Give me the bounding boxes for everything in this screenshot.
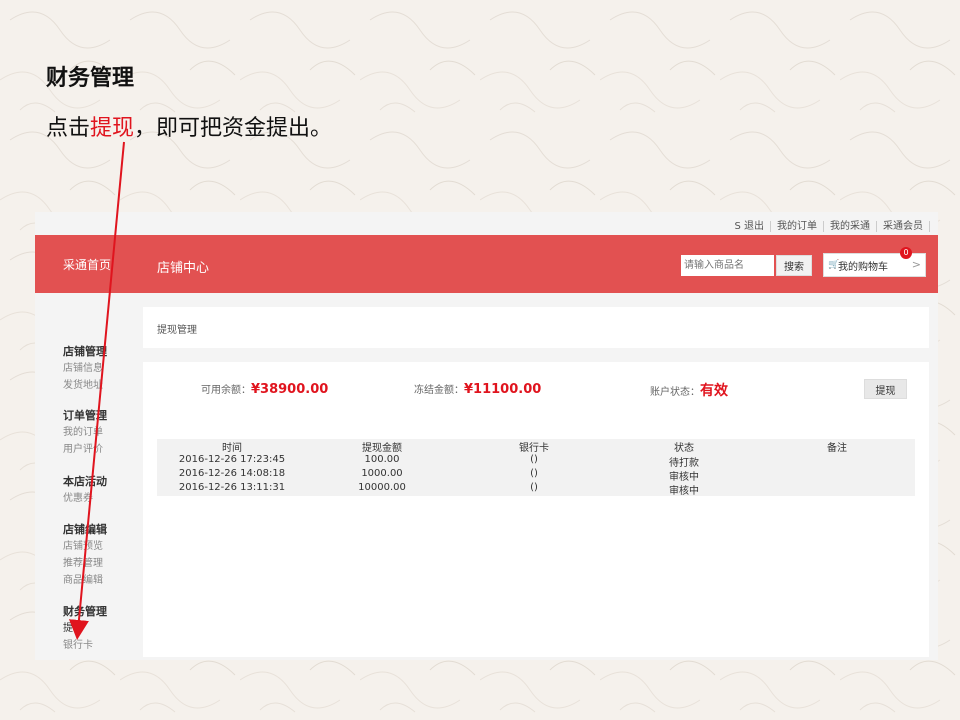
available-label: 可用余额：: [201, 385, 251, 396]
chevron-right-icon: >: [911, 258, 921, 271]
top-link-logout[interactable]: S 退出: [728, 221, 771, 232]
table-cell-amount: 1000.00: [361, 468, 403, 479]
sidebar-group-orders: 订单管理 我的订单 用户评价: [63, 407, 107, 457]
sidebar-item-coupons[interactable]: 优惠券: [63, 489, 107, 506]
sidebar-item-ship-address[interactable]: 发货地址: [63, 376, 107, 393]
sidebar: 店铺管理 店铺信息 发货地址 订单管理 我的订单 用户评价 本店活动 优惠券 店…: [35, 293, 143, 660]
status-label: 账户状态：: [650, 387, 700, 398]
table-cell-time: 2016-12-26 17:23:45: [178, 454, 286, 465]
sidebar-heading: 财务管理: [63, 605, 107, 618]
column-header-bank-card: 银行卡: [519, 443, 549, 454]
sidebar-item-preview[interactable]: 店铺预览: [63, 537, 107, 554]
subtitle-highlight: 提现: [90, 116, 135, 141]
home-link[interactable]: 采通首页: [63, 256, 111, 273]
sidebar-item-my-orders[interactable]: 我的订单: [63, 423, 107, 440]
table-cell-bank-card: (): [530, 454, 538, 465]
table-cell-amount: 100.00: [364, 454, 400, 465]
top-links: S 退出 我的订单 我的采通 采通会员: [728, 217, 930, 232]
cart-count-badge: 0: [900, 247, 912, 259]
sidebar-item-reviews[interactable]: 用户评价: [63, 440, 107, 457]
site-header: 采通首页 店铺中心 搜索 🛒 我的购物车 0 >: [35, 235, 938, 293]
sidebar-group-finance: 财务管理 提现 银行卡: [63, 603, 107, 653]
account-status: 账户状态：有效: [650, 380, 728, 400]
table-cell-time: 2016-12-26 13:11:31: [178, 482, 286, 493]
available-value: ¥38900.00: [251, 382, 329, 397]
column-header-status: 状态: [674, 443, 694, 454]
screenshot-frame: S 退出我的订单我的采通采通会员 采通首页 店铺中心 搜索 🛒 我的购物车 0 …: [35, 212, 938, 660]
available-balance: 可用余额：¥38900.00: [201, 381, 328, 397]
page-title: 提现管理: [157, 325, 197, 336]
column-header-time: 时间: [222, 443, 242, 454]
status-badge: 有效: [700, 383, 728, 399]
subtitle-pre: 点击: [46, 116, 91, 141]
table-cell-time: 2016-12-26 14:08:18: [178, 468, 286, 479]
sidebar-group-store: 店铺管理 店铺信息 发货地址: [63, 343, 107, 393]
slide-subtitle: 点击提现，即可把资金提出。: [46, 110, 332, 142]
slide-title: 财务管理: [46, 65, 135, 91]
sidebar-heading: 订单管理: [63, 409, 107, 422]
sidebar-heading: 店铺管理: [63, 345, 107, 358]
breadcrumb: 提现管理: [143, 307, 929, 348]
cart-icon: 🛒: [828, 260, 840, 270]
sidebar-heading: 本店活动: [63, 475, 107, 488]
top-link-my-caitong[interactable]: 我的采通: [824, 221, 877, 232]
table-cell-status: 待打款: [669, 458, 699, 469]
withdraw-table: 时间 提现金额 银行卡 状态 备注 2016-12-26 17:23:45 10…: [157, 439, 915, 497]
table-cell-status: 审核中: [669, 472, 699, 483]
table-cell-amount: 10000.00: [358, 482, 406, 493]
sidebar-item-recommend[interactable]: 推荐管理: [63, 554, 107, 571]
column-header-remark: 备注: [827, 443, 847, 454]
table-cell-bank-card: (): [530, 482, 538, 493]
cart-label: 我的购物车: [838, 261, 888, 273]
cart-button[interactable]: 🛒 我的购物车 0 >: [823, 247, 926, 277]
search-button[interactable]: 搜索: [776, 255, 812, 276]
frozen-balance: 冻结金额：¥11100.00: [414, 381, 541, 397]
top-link-member[interactable]: 采通会员: [877, 221, 930, 232]
top-bar: S 退出 我的订单 我的采通 采通会员: [35, 212, 938, 235]
withdraw-button[interactable]: 提现: [864, 379, 907, 399]
column-header-amount: 提现金额: [362, 443, 402, 454]
sidebar-item-store-info[interactable]: 店铺信息: [63, 359, 107, 376]
sidebar-group-edit: 店铺编辑 店铺预览 推荐管理 商品编辑: [63, 521, 107, 588]
sidebar-item-withdraw[interactable]: 提现: [63, 619, 107, 636]
store-center-title: 店铺中心: [157, 261, 210, 276]
sidebar-item-bank-card[interactable]: 银行卡: [63, 636, 107, 653]
sidebar-group-promotions: 本店活动 优惠券: [63, 473, 107, 506]
sidebar-item-product-edit[interactable]: 商品编辑: [63, 571, 107, 588]
frozen-value: ¥11100.00: [464, 382, 542, 397]
subtitle-post: ，即可把资金提出。: [134, 116, 333, 141]
table-cell-status: 审核中: [669, 486, 699, 497]
table-cell-bank-card: (): [530, 468, 538, 479]
top-link-my-orders[interactable]: 我的订单: [771, 221, 824, 232]
sidebar-heading: 店铺编辑: [63, 523, 107, 536]
withdraw-panel: 可用余额：¥38900.00 冻结金额：¥11100.00 账户状态：有效 提现…: [143, 362, 929, 657]
search-input[interactable]: [681, 255, 774, 276]
frozen-label: 冻结金额：: [414, 385, 464, 396]
